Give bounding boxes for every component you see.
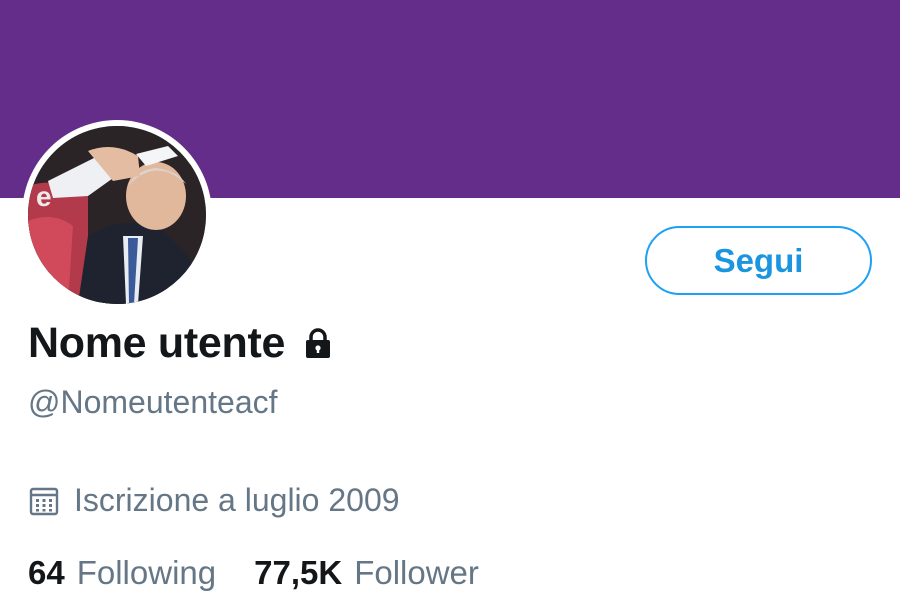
display-name: Nome utente [28,318,286,367]
svg-text:e: e [36,181,52,212]
avatar-frame: e [22,120,212,310]
follower-stat[interactable]: 77,5K Follower [254,554,479,592]
follow-stats: 64 Following 77,5K Follower [28,554,517,592]
follower-label: Follower [354,554,479,591]
avatar[interactable]: e [28,126,206,304]
lock-icon [301,326,335,360]
join-date-row: Iscrizione a luglio 2009 [28,482,400,519]
following-count: 64 [28,554,65,591]
calendar-icon [28,485,60,517]
following-stat[interactable]: 64 Following [28,554,216,592]
display-name-row: Nome utente [28,318,335,368]
user-handle: @Nomeutenteacf [28,384,278,420]
join-date: Iscrizione a luglio 2009 [74,482,400,518]
following-label: Following [76,554,217,591]
follow-button[interactable]: Segui [645,226,872,295]
avatar-photo: e [28,126,206,304]
follower-count: 77,5K [254,554,343,591]
